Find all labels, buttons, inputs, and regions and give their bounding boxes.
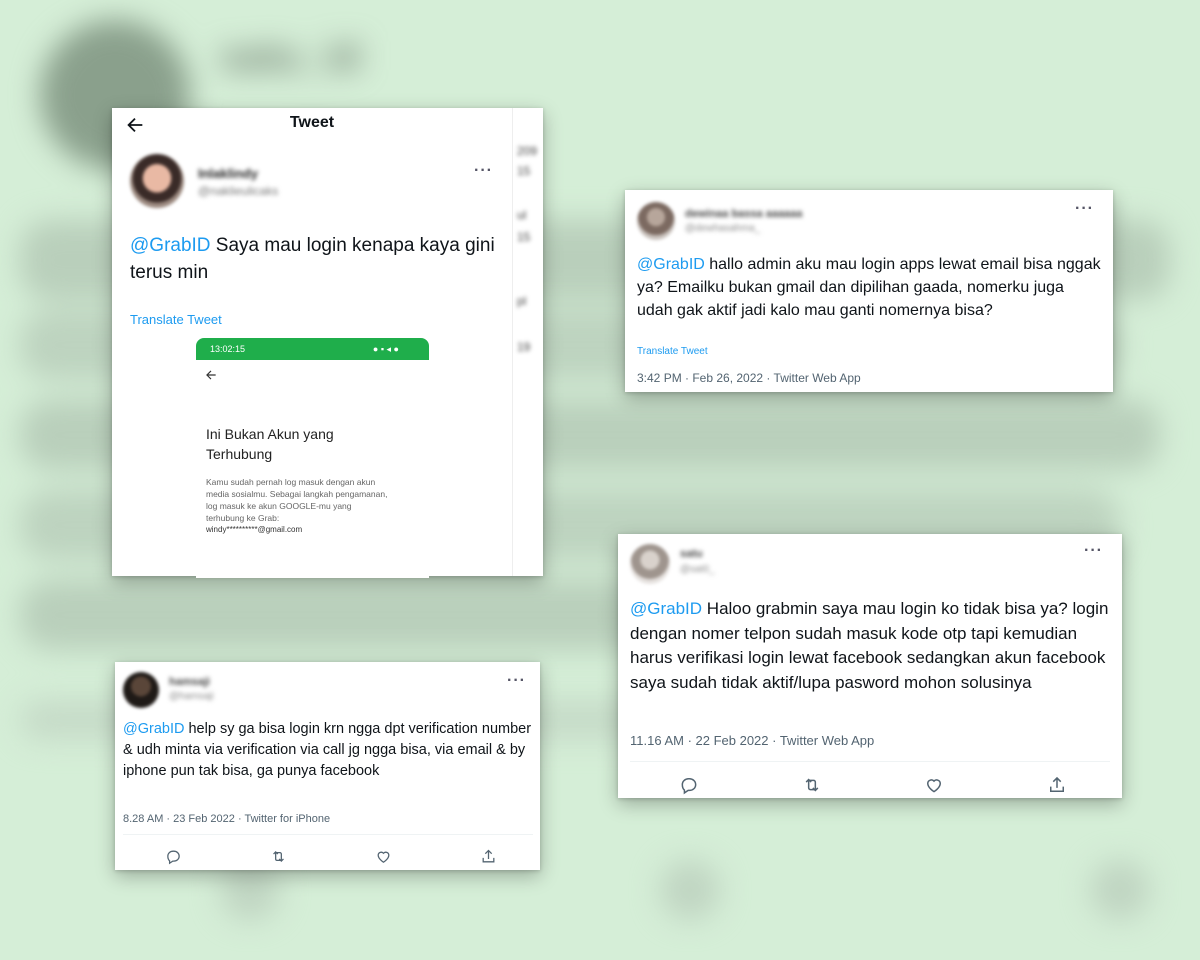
background-icon [660,860,720,920]
translate-tweet-link[interactable]: Translate Tweet [637,346,708,357]
divider [123,834,533,835]
tweet-actions [628,774,1118,796]
mention-link[interactable]: @GrabID [637,256,705,273]
side-text: 19 [517,340,531,354]
side-text: 15 [517,230,531,244]
user-name[interactable]: dewinaa bassa aaaaaa [685,208,802,220]
background-icon [1090,860,1150,920]
tweet-card: dewinaa bassa aaaaaa @dewhasahma_ ··· @G… [625,190,1113,392]
share-icon[interactable] [480,848,497,865]
tweet-text: @GrabID hallo admin aku mau login apps l… [637,253,1102,322]
user-handle: @dewhasahma_ [685,223,761,234]
tweet-timestamp[interactable]: 3:42 PM · Feb 26, 2022 · Twitter Web App [637,371,861,385]
avatar[interactable] [630,544,670,584]
avatar[interactable] [637,202,675,240]
side-column-blur: 209 15 ul 15 pl 19 [512,108,544,576]
back-arrow-icon [206,370,216,380]
like-icon[interactable] [924,775,944,795]
divider [630,761,1110,762]
retweet-icon[interactable] [802,775,822,795]
reply-icon[interactable] [165,848,182,865]
tweet-body: help sy ga bisa login krn ngga dpt verif… [123,721,532,779]
translate-tweet-link[interactable]: Translate Tweet [130,312,222,327]
background-header-text: satu_id [220,35,361,79]
tweet-timestamp[interactable]: 11.16 AM · 22 Feb 2022 · Twitter Web App [630,733,874,748]
page-title: Tweet [289,114,335,131]
user-name[interactable]: hamsaji [169,676,210,688]
tweet-body: Haloo grabmin saya mau login ko tidak bi… [630,599,1109,692]
screenshot-body: Kamu sudah pernah log masuk dengan akun … [206,477,388,523]
side-text: 209 [517,144,538,158]
side-text: pl [517,294,527,308]
like-icon[interactable] [375,848,392,865]
side-text: ul [517,208,527,222]
screenshot-title: Ini Bukan Akun yang Terhubung [206,426,334,462]
tweet-card: satu @sat0_ ··· @GrabID Haloo grabmin sa… [618,534,1122,798]
mention-link[interactable]: @GrabID [130,235,211,256]
mention-link[interactable]: @GrabID [123,721,184,737]
user-handle: @naklieulicaks [198,184,279,198]
tweet-card-detail: Tweet 209 15 ul 15 pl 19 Inlaklindy @nak… [112,108,544,578]
phone-status-bar: 13:02:15 ● ▪ ◂ ● [196,338,429,360]
more-icon[interactable]: ··· [507,672,526,690]
tweet-text: @GrabID Saya mau login kenapa kaya gini … [130,232,500,286]
avatar[interactable] [130,154,184,208]
more-icon[interactable]: ··· [1084,542,1103,560]
user-handle: @sat0_ [680,564,715,575]
tweet-timestamp[interactable]: 8.28 AM · 23 Feb 2022 · Twitter for iPho… [123,813,330,825]
attached-screenshot[interactable]: 13:02:15 ● ▪ ◂ ● Ini Bukan Akun yang Ter… [196,338,429,578]
status-icons: ● ▪ ◂ ● [372,344,399,354]
tweet-card: hamsaji @hamsaji ··· @GrabID help sy ga … [115,662,540,870]
retweet-icon[interactable] [270,848,287,865]
user-name[interactable]: Inlaklindy [198,166,258,181]
mention-link[interactable]: @GrabID [630,599,702,618]
more-icon[interactable]: ··· [1075,200,1094,218]
tweet-text: @GrabID Haloo grabmin saya mau login ko … [630,597,1115,695]
status-time: 13:02:15 [210,344,246,354]
tweet-actions [121,847,541,865]
screenshot-email: windy**********@gmail.com [206,525,303,534]
user-handle: @hamsaji [169,691,214,702]
tweet-text: @GrabID help sy ga bisa login krn ngga d… [123,719,535,782]
avatar[interactable] [123,672,159,708]
tweet-body: hallo admin aku mau login apps lewat ema… [637,256,1101,319]
more-icon[interactable]: ··· [474,162,493,180]
side-text: 15 [517,164,531,178]
reply-icon[interactable] [679,775,699,795]
share-icon[interactable] [1047,775,1067,795]
user-name[interactable]: satu [680,548,703,560]
